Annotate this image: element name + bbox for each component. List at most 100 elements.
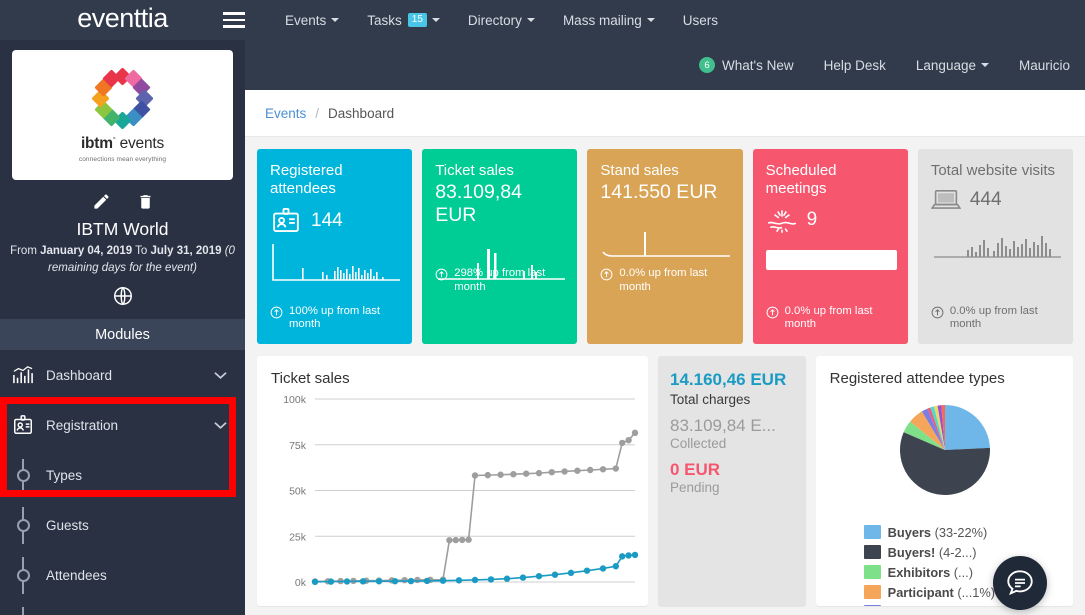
svg-text:0k: 0k bbox=[295, 577, 307, 589]
sidebar-item-guests[interactable]: Guests bbox=[0, 500, 245, 550]
chat-support-button[interactable] bbox=[993, 556, 1047, 610]
kpi-footer-text: 0.0% up from last month bbox=[949, 304, 1038, 331]
handshake-icon bbox=[767, 209, 796, 233]
node-dot-icon bbox=[0, 506, 46, 544]
user-account-menu[interactable]: Mauricio bbox=[1004, 40, 1085, 90]
kpi-card-stand-sales[interactable]: Stand sales 141.550 EUR 0.0% up from las… bbox=[587, 149, 743, 344]
kpi-title: Scheduled meetings bbox=[765, 162, 837, 198]
arrow-up-circle-icon bbox=[931, 306, 944, 319]
sidebar-item-label: Guests bbox=[46, 517, 89, 533]
kpi-title: Total website visits bbox=[930, 162, 1056, 179]
panel-row: Ticket sales 0k 25k 50k 75k 100k 14.160,46 E… bbox=[245, 344, 1085, 606]
kpi-metric: 444 bbox=[930, 187, 1062, 213]
legend-label: Buyers! (4-2...) bbox=[887, 544, 977, 560]
menu-item-events[interactable]: Events bbox=[271, 0, 353, 40]
sidebar-item-groups[interactable]: Groups bbox=[0, 600, 245, 615]
legend-color-swatch bbox=[863, 585, 881, 599]
sidebar-item-attendees[interactable]: Attendees bbox=[0, 550, 245, 600]
breadcrumb-events-link[interactable]: Events bbox=[265, 106, 306, 121]
panel-title: Registered attendee types bbox=[829, 370, 1005, 387]
chevron-down-icon bbox=[526, 18, 535, 22]
kpi-value: 9 bbox=[806, 208, 818, 230]
sparkline-chart bbox=[602, 232, 731, 258]
badge-id-icon bbox=[273, 207, 299, 232]
logo-tagline: connections mean everything bbox=[78, 156, 167, 163]
chevron-down-icon bbox=[980, 63, 989, 67]
kpi-value: 83.109,84 EUR bbox=[435, 181, 522, 227]
breadcrumb-current: Dashboard bbox=[328, 105, 395, 121]
kpi-value: 444 bbox=[969, 189, 1002, 211]
hamburger-menu-icon[interactable] bbox=[217, 0, 251, 40]
sidebar-item-label: Registration bbox=[46, 417, 119, 433]
kpi-card-registered-attendees[interactable]: Registered attendees 144 100% up from la… bbox=[257, 149, 413, 344]
date-mid: To bbox=[132, 245, 151, 257]
sidebar-item-dashboard[interactable]: Dashboard bbox=[0, 350, 245, 400]
collected-value: 83.109,84 E... bbox=[669, 416, 776, 435]
kpi-title: Stand sales bbox=[600, 162, 679, 179]
pencil-icon[interactable] bbox=[92, 192, 111, 211]
kpi-card-ticket-sales[interactable]: Ticket sales 83.109,84 EUR 298% up from … bbox=[422, 149, 578, 344]
sparkline-chart bbox=[933, 236, 1061, 258]
whats-new-link[interactable]: 6 What's New bbox=[684, 40, 809, 90]
arrow-up-circle-icon bbox=[766, 306, 779, 319]
kpi-footer-text: 0.0% up from last month bbox=[784, 304, 873, 331]
kpi-card-total-website-visits[interactable]: Total website visits 444 0.0% up from la… bbox=[917, 149, 1074, 344]
event-website-link[interactable] bbox=[0, 285, 245, 307]
kpi-metric: 9 bbox=[766, 206, 897, 234]
kpi-card-scheduled-meetings[interactable]: Scheduled meetings 9 0.0% up from last m… bbox=[752, 149, 908, 344]
menu-item-users[interactable]: Users bbox=[669, 0, 732, 40]
event-logo-card: ibtm° events connections mean everything bbox=[12, 50, 233, 180]
legend-label: Buyers (33-22%) bbox=[887, 524, 988, 540]
chevron-down-icon[interactable] bbox=[214, 368, 227, 383]
sidebar-item-types[interactable]: Types bbox=[0, 450, 245, 500]
menu-item-tasks[interactable]: Tasks 15 bbox=[353, 0, 454, 40]
pending-value: 0 EUR bbox=[669, 460, 721, 479]
menu-item-label: Tasks bbox=[367, 12, 402, 28]
svg-text:75k: 75k bbox=[289, 440, 307, 452]
trash-icon[interactable] bbox=[137, 192, 154, 211]
menu-item-directory[interactable]: Directory bbox=[454, 0, 549, 40]
app-logo[interactable]: eventtia bbox=[0, 0, 245, 40]
legend-item[interactable]: Buyers (33-22%) bbox=[863, 522, 1073, 542]
total-charges-panel: 14.160,46 EUR Total charges 83.109,84 E.… bbox=[657, 356, 806, 606]
logo-word-rest: events bbox=[119, 135, 165, 152]
kpi-metric: 144 bbox=[270, 206, 401, 236]
breadcrumb-separator: / bbox=[315, 105, 320, 121]
logo-trademark: ° bbox=[112, 136, 116, 144]
menu-item-label: Directory bbox=[467, 12, 522, 28]
kpi-footer: 298% up from last month bbox=[435, 267, 567, 294]
sparkline-chart bbox=[272, 243, 400, 281]
svg-text:50k: 50k bbox=[289, 486, 307, 498]
kpi-card-row: Registered attendees 144 100% up from la… bbox=[245, 137, 1085, 344]
menu-item-mass-mailing[interactable]: Mass mailing bbox=[549, 0, 669, 40]
breadcrumb: Events / Dashboard bbox=[245, 90, 1085, 137]
event-end-date: July 31, 2019 bbox=[150, 245, 222, 257]
left-sidebar: ibtm° events connections mean everything… bbox=[0, 40, 245, 615]
legend-color-swatch bbox=[863, 545, 881, 559]
whats-new-count-badge: 6 bbox=[699, 57, 716, 73]
chevron-down-icon[interactable] bbox=[214, 418, 227, 433]
kpi-title: Ticket sales bbox=[435, 162, 514, 179]
sidebar-nav: Dashboard Registration Types Guests Atte… bbox=[0, 350, 245, 615]
legend-item[interactable]: Buyers! (4-2...) bbox=[863, 542, 1073, 562]
total-charges-label: Total charges bbox=[669, 392, 751, 407]
laptop-icon bbox=[930, 190, 961, 210]
legend-item[interactable]: Regulators (1-0%) bbox=[863, 602, 1073, 606]
help-desk-link[interactable]: Help Desk bbox=[809, 40, 901, 90]
sidebar-item-label: Dashboard bbox=[46, 367, 113, 383]
date-prefix: From bbox=[10, 245, 41, 257]
language-selector[interactable]: Language bbox=[901, 40, 1004, 90]
node-dot-icon bbox=[0, 556, 46, 594]
event-title: IBTM World bbox=[76, 219, 169, 239]
modules-section-header: Modules bbox=[0, 319, 245, 351]
panel-title: Ticket sales bbox=[271, 370, 350, 387]
legend-color-swatch bbox=[863, 525, 881, 539]
sidebar-item-registration[interactable]: Registration bbox=[0, 400, 245, 450]
event-actions bbox=[0, 192, 245, 211]
logo-wordmark: ibtm° events bbox=[81, 135, 164, 153]
attendee-types-pie-chart bbox=[899, 405, 990, 495]
event-start-date: January 04, 2019 bbox=[40, 245, 133, 257]
kpi-footer: 100% up from last month bbox=[270, 305, 402, 332]
legend-label: Exhibitors (...) bbox=[887, 564, 973, 580]
pending-label: Pending bbox=[669, 480, 720, 495]
